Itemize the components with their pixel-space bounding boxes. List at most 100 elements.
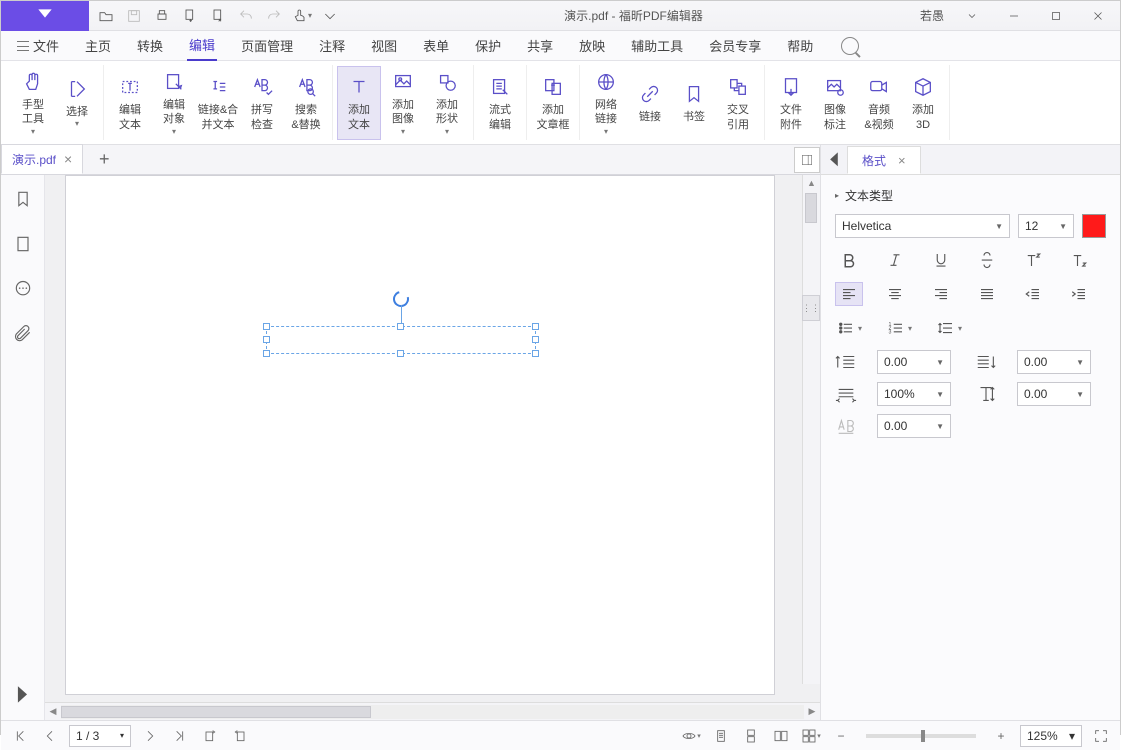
touch-icon[interactable]: ▾ xyxy=(289,3,315,29)
tool-add-shape[interactable]: 添加 形状▾ xyxy=(425,66,469,140)
italic-button[interactable] xyxy=(881,248,909,272)
maximize-button[interactable] xyxy=(1038,2,1074,30)
tool-add-article[interactable]: 添加 文章框 xyxy=(531,66,575,140)
tool-find-replace[interactable]: 搜索 &替换 xyxy=(284,66,328,140)
page-canvas[interactable] xyxy=(65,175,775,695)
panel-splitter-icon[interactable]: ⋮⋮ xyxy=(802,295,820,321)
hscroll-thumb[interactable] xyxy=(61,706,371,718)
horizontal-scrollbar[interactable]: ◀ ▶ xyxy=(45,702,820,720)
format-tab[interactable]: 格式 × xyxy=(847,146,921,174)
new-tab-button[interactable]: + xyxy=(93,149,115,170)
indent-left-input[interactable]: 0.00▼ xyxy=(877,350,951,374)
align-center-button[interactable] xyxy=(881,282,909,306)
align-justify-button[interactable] xyxy=(973,282,1001,306)
tool-edit-object[interactable]: 编辑 对象▾ xyxy=(152,66,196,140)
tool-edit-text[interactable]: 编辑 文本 xyxy=(108,66,152,140)
search-icon[interactable] xyxy=(841,37,859,55)
minimize-button[interactable] xyxy=(996,2,1032,30)
next-page-button[interactable] xyxy=(139,725,161,747)
continuous-page-icon[interactable] xyxy=(740,725,762,747)
strikethrough-button[interactable] xyxy=(973,248,1001,272)
zoom-slider-thumb[interactable] xyxy=(921,730,925,742)
tool-audio-video[interactable]: 音频 &视频 xyxy=(857,66,901,140)
tool-web-link[interactable]: 网络 链接▾ xyxy=(584,66,628,140)
user-name[interactable]: 若愚 xyxy=(920,7,944,24)
menu-present[interactable]: 放映 xyxy=(577,31,607,60)
rotate-ccw-icon[interactable] xyxy=(199,725,221,747)
single-page-icon[interactable] xyxy=(710,725,732,747)
tool-select[interactable]: 选择▾ xyxy=(55,66,99,140)
tool-hand[interactable]: 手型 工具▾ xyxy=(11,66,55,140)
menu-protect[interactable]: 保护 xyxy=(473,31,503,60)
subscript-button[interactable] xyxy=(1065,248,1093,272)
tool-bookmark[interactable]: 书签 xyxy=(672,66,716,140)
tool-link[interactable]: 链接 xyxy=(628,66,672,140)
last-page-button[interactable] xyxy=(169,725,191,747)
tool-add-text[interactable]: 添加 文本 xyxy=(337,66,381,140)
menu-vip[interactable]: 会员专享 xyxy=(707,31,763,60)
tool-attachment[interactable]: 文件 附件 xyxy=(769,66,813,140)
menu-comment[interactable]: 注释 xyxy=(317,31,347,60)
tool-link-join[interactable]: 链接&合 并文本 xyxy=(196,66,240,140)
attachments-icon[interactable] xyxy=(13,324,33,347)
font-color-swatch[interactable] xyxy=(1082,214,1106,238)
indent-increase-button[interactable] xyxy=(1065,282,1093,306)
menu-form[interactable]: 表单 xyxy=(421,31,451,60)
format-tab-close-icon[interactable]: × xyxy=(898,153,906,168)
menu-home[interactable]: 主页 xyxy=(83,31,113,60)
bold-button[interactable] xyxy=(835,248,863,272)
zoom-in-button[interactable]: + xyxy=(990,725,1012,747)
tab-close-icon[interactable]: × xyxy=(64,151,72,167)
zoom-out-button[interactable]: − xyxy=(830,725,852,747)
prev-page-button[interactable] xyxy=(39,725,61,747)
pages-icon[interactable] xyxy=(13,234,33,257)
vertical-scrollbar[interactable]: ▲ xyxy=(802,175,820,684)
kerning-input[interactable]: 0.00▼ xyxy=(877,414,951,438)
resize-handle[interactable] xyxy=(263,323,270,330)
open-icon[interactable] xyxy=(93,3,119,29)
resize-handle[interactable] xyxy=(532,323,539,330)
format-section-header[interactable]: ▸文本类型 xyxy=(835,187,1106,204)
underline-button[interactable] xyxy=(927,248,955,272)
page-add-icon[interactable] xyxy=(177,3,203,29)
tool-image-annot[interactable]: 图像 标注 xyxy=(813,66,857,140)
menu-view[interactable]: 视图 xyxy=(369,31,399,60)
menu-file[interactable]: 文件 xyxy=(15,31,61,60)
tool-add-image[interactable]: 添加 图像▾ xyxy=(381,66,425,140)
menu-share[interactable]: 共享 xyxy=(525,31,555,60)
first-page-button[interactable] xyxy=(9,725,31,747)
char-scale-input[interactable]: 100%▼ xyxy=(877,382,951,406)
undo-icon[interactable] xyxy=(233,3,259,29)
rail-expand-icon[interactable]: ▶ xyxy=(18,680,27,705)
font-family-select[interactable]: Helvetica▼ xyxy=(835,214,1010,238)
reading-mode-icon[interactable]: ▾ xyxy=(680,725,702,747)
tool-add-3d[interactable]: 添加 3D xyxy=(901,66,945,140)
qat-more-icon[interactable] xyxy=(317,3,343,29)
resize-handle[interactable] xyxy=(397,350,404,357)
superscript-button[interactable] xyxy=(1019,248,1047,272)
zoom-slider[interactable] xyxy=(866,734,976,738)
rotate-cw-icon[interactable] xyxy=(229,725,251,747)
char-height-input[interactable]: 0.00▼ xyxy=(1017,382,1091,406)
save-icon[interactable] xyxy=(121,3,147,29)
bullet-list-button[interactable]: ▾ xyxy=(835,316,863,340)
line-height-button[interactable]: ▾ xyxy=(935,316,963,340)
redo-icon[interactable] xyxy=(261,3,287,29)
align-left-button[interactable] xyxy=(835,282,863,306)
menu-convert[interactable]: 转换 xyxy=(135,31,165,60)
resize-handle[interactable] xyxy=(397,323,404,330)
facing-page-icon[interactable] xyxy=(770,725,792,747)
font-size-select[interactable]: 12▼ xyxy=(1018,214,1074,238)
panel-collapse-icon[interactable]: ◀ xyxy=(825,150,843,170)
document-tab[interactable]: 演示.pdf × xyxy=(1,144,83,174)
tool-crossref[interactable]: 交叉 引用 xyxy=(716,66,760,140)
tool-spellcheck[interactable]: 拼写 检查 xyxy=(240,66,284,140)
panel-toggle-icon[interactable] xyxy=(794,147,820,173)
resize-handle[interactable] xyxy=(263,336,270,343)
number-list-button[interactable]: 123▾ xyxy=(885,316,913,340)
resize-handle[interactable] xyxy=(532,336,539,343)
text-box-selection[interactable] xyxy=(266,326,536,354)
print-icon[interactable] xyxy=(149,3,175,29)
menu-tools[interactable]: 辅助工具 xyxy=(629,31,685,60)
close-button[interactable] xyxy=(1080,2,1116,30)
